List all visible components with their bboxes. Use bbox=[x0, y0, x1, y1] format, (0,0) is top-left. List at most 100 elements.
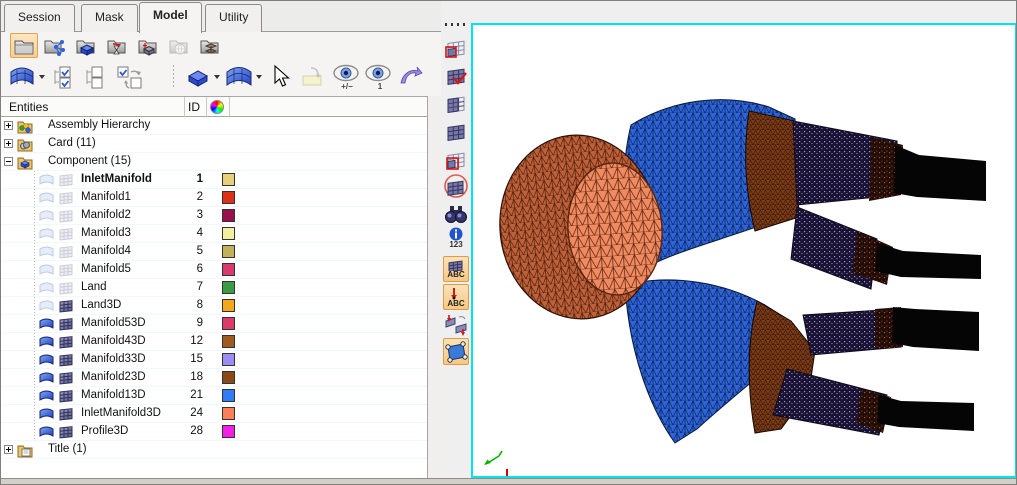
toggle-checks-icon[interactable] bbox=[115, 62, 145, 92]
tab-utility[interactable]: Utility bbox=[205, 4, 262, 32]
component-name[interactable]: Profile3D bbox=[81, 425, 128, 437]
folder-stack-icon[interactable] bbox=[196, 33, 224, 58]
component-name[interactable]: Manifold23D bbox=[81, 371, 146, 383]
wireframe-redbox-icon[interactable] bbox=[443, 146, 469, 171]
component-name[interactable]: Manifold1 bbox=[81, 191, 131, 203]
component-name[interactable]: Manifold33D bbox=[81, 353, 146, 365]
component-name[interactable]: Land bbox=[81, 281, 107, 293]
color-swatch[interactable] bbox=[222, 335, 235, 348]
undo-swoosh-icon[interactable] bbox=[397, 62, 425, 92]
color-swatch[interactable] bbox=[222, 389, 235, 402]
uncheck-all-icon[interactable] bbox=[83, 62, 111, 92]
column-divider[interactable] bbox=[229, 97, 230, 117]
component-name[interactable]: Manifold13D bbox=[81, 389, 146, 401]
group-label[interactable]: Card (11) bbox=[48, 137, 96, 149]
color-swatch[interactable] bbox=[222, 353, 235, 366]
component-row[interactable]: Manifold4 5 bbox=[1, 243, 428, 261]
color-swatch[interactable] bbox=[222, 371, 235, 384]
color-swatch[interactable] bbox=[222, 407, 235, 420]
color-swatch[interactable] bbox=[222, 191, 235, 204]
component-row[interactable]: Land3D 8 bbox=[1, 297, 428, 315]
column-divider[interactable] bbox=[206, 97, 207, 117]
surface-nodes-button[interactable] bbox=[443, 338, 469, 365]
tree-group-assembly[interactable]: Assembly Hierarchy bbox=[1, 117, 428, 135]
folder-links-icon[interactable] bbox=[41, 33, 69, 58]
component-name[interactable]: InletManifold bbox=[81, 173, 152, 185]
color-swatch[interactable] bbox=[222, 245, 235, 258]
folder-sphere-disabled-icon[interactable] bbox=[165, 33, 193, 58]
component-name[interactable]: Manifold53D bbox=[81, 317, 146, 329]
expand-icon[interactable] bbox=[4, 121, 13, 130]
color-swatch[interactable] bbox=[222, 227, 235, 240]
column-entities[interactable]: Entities bbox=[9, 100, 48, 114]
folder-component-icon[interactable] bbox=[72, 33, 100, 58]
tab-mask[interactable]: Mask bbox=[81, 4, 138, 32]
geometry-icon bbox=[39, 335, 55, 349]
collapse-icon[interactable] bbox=[4, 157, 13, 166]
folder-history-icon[interactable] bbox=[103, 33, 131, 58]
color-swatch[interactable] bbox=[222, 299, 235, 312]
info-numbers-icon[interactable]: 123 bbox=[443, 225, 469, 251]
abc-arrow-button[interactable]: ABC bbox=[443, 284, 469, 310]
surface-dropdown-button[interactable] bbox=[8, 62, 45, 92]
abc-mesh-button[interactable]: ABC bbox=[443, 256, 469, 282]
component-row[interactable]: Manifold43D 12 bbox=[1, 333, 428, 351]
tree-group-component[interactable]: Component (15) bbox=[1, 153, 428, 171]
component-name[interactable]: Manifold4 bbox=[81, 245, 131, 257]
component-row[interactable]: Manifold53D 9 bbox=[1, 315, 428, 333]
color-swatch[interactable] bbox=[222, 317, 235, 330]
component-row[interactable]: InletManifold3D 24 bbox=[1, 405, 428, 423]
surface2-dropdown-button[interactable] bbox=[223, 62, 262, 92]
expand-icon[interactable] bbox=[4, 445, 13, 454]
component-name[interactable]: Manifold3 bbox=[81, 227, 131, 239]
component-row[interactable]: Land 7 bbox=[1, 279, 428, 297]
check-all-icon[interactable] bbox=[51, 62, 79, 92]
component-row[interactable]: Manifold3 4 bbox=[1, 225, 428, 243]
binoculars-icon[interactable] bbox=[443, 201, 469, 226]
flags-sync-icon[interactable] bbox=[443, 312, 469, 337]
component-row[interactable]: Manifold5 6 bbox=[1, 261, 428, 279]
component-name[interactable]: Manifold2 bbox=[81, 209, 131, 221]
tree-group-title[interactable]: Title (1) bbox=[1, 441, 428, 459]
mesh-redbox-icon[interactable] bbox=[443, 34, 469, 59]
folder-mesh-block-icon[interactable] bbox=[134, 33, 162, 58]
column-divider[interactable] bbox=[184, 97, 185, 117]
group-label[interactable]: Assembly Hierarchy bbox=[48, 119, 150, 131]
component-name[interactable]: Manifold43D bbox=[81, 335, 146, 347]
color-swatch[interactable] bbox=[222, 263, 235, 276]
mesh-half-icon[interactable] bbox=[443, 90, 469, 115]
component-row[interactable]: Manifold23D 18 bbox=[1, 369, 428, 387]
color-swatch[interactable] bbox=[222, 281, 235, 294]
color-swatch[interactable] bbox=[222, 425, 235, 438]
component-row[interactable]: Manifold1 2 bbox=[1, 189, 428, 207]
color-swatch[interactable] bbox=[222, 209, 235, 222]
eye-one-icon[interactable]: 1 bbox=[363, 62, 393, 92]
component-row[interactable]: InletManifold 1 bbox=[1, 171, 428, 189]
toolbar-grip[interactable] bbox=[445, 23, 467, 26]
component-row[interactable]: Manifold13D 21 bbox=[1, 387, 428, 405]
mesh-circled-icon[interactable] bbox=[443, 173, 469, 198]
color-wheel-icon[interactable] bbox=[210, 100, 224, 114]
component-name[interactable]: Land3D bbox=[81, 299, 121, 311]
eye-plus-minus-icon[interactable]: +/− bbox=[331, 62, 361, 92]
column-id[interactable]: ID bbox=[188, 100, 200, 114]
tab-session[interactable]: Session bbox=[4, 4, 75, 32]
component-dropdown-button[interactable] bbox=[185, 62, 220, 92]
mesh-shaded-icon[interactable] bbox=[443, 118, 469, 143]
tab-model[interactable]: Model bbox=[139, 2, 202, 33]
component-name[interactable]: InletManifold3D bbox=[81, 407, 161, 419]
component-name[interactable]: Manifold5 bbox=[81, 263, 131, 275]
folder-icon[interactable] bbox=[10, 33, 38, 58]
component-row[interactable]: Manifold2 3 bbox=[1, 207, 428, 225]
group-label[interactable]: Title (1) bbox=[48, 443, 87, 455]
tree-group-card[interactable]: Card (11) bbox=[1, 135, 428, 153]
component-row[interactable]: Profile3D 28 bbox=[1, 423, 428, 441]
mesh-icon bbox=[59, 371, 74, 385]
component-row[interactable]: Manifold33D 15 bbox=[1, 351, 428, 369]
mesh-check-icon[interactable] bbox=[443, 62, 469, 87]
group-label[interactable]: Component (15) bbox=[48, 155, 131, 167]
graphics-viewport[interactable] bbox=[471, 23, 1017, 478]
cursor-icon[interactable] bbox=[269, 62, 293, 92]
expand-icon[interactable] bbox=[4, 139, 13, 148]
color-swatch[interactable] bbox=[222, 173, 235, 186]
